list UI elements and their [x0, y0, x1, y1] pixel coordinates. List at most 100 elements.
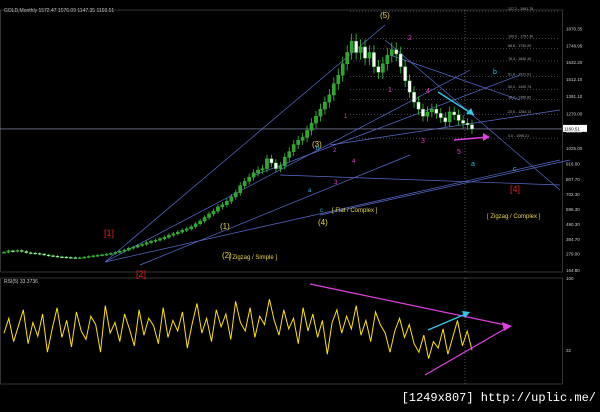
candle-body	[193, 223, 198, 227]
wave-label: 4	[426, 88, 430, 95]
price-tick-label: 807.70	[566, 177, 580, 182]
rsi-tick-label: 100	[566, 276, 574, 281]
fib-level-label: 100.0 - 1797.30	[508, 35, 533, 39]
candle-body	[434, 108, 439, 114]
candle-body	[20, 250, 24, 252]
wave-label: 3	[421, 138, 425, 145]
wave-label: c	[513, 166, 517, 173]
candle-body	[309, 123, 314, 131]
candle-body	[394, 49, 399, 55]
candle-body	[11, 250, 15, 252]
candle-body	[28, 252, 33, 254]
candle-body	[171, 233, 176, 236]
price-tick-label: 1025.00	[566, 146, 583, 151]
candle-body	[260, 168, 265, 171]
candle-body	[176, 231, 180, 234]
candle-body	[349, 40, 354, 53]
wave-label: 1	[388, 87, 392, 94]
candle-body	[354, 40, 358, 53]
candle-body	[318, 108, 323, 117]
last-price-label: 1160.51	[564, 126, 580, 131]
candle-body	[421, 108, 425, 117]
candle-body	[126, 248, 131, 251]
candle-body	[46, 254, 51, 257]
fib-level-label: 23.6 - 1264.13	[508, 110, 531, 114]
candle-body	[167, 234, 171, 238]
candle-body	[376, 66, 381, 73]
candle-body	[363, 46, 367, 59]
candle-body	[452, 111, 456, 115]
fib-level-label: 76.4 - 1640.10	[508, 57, 531, 61]
fib-level-label: 127.2 - 1991.75	[508, 7, 533, 11]
wave-label: [ Zigzag / Simple ]	[229, 255, 277, 261]
price-tick-label: 1512.10	[566, 77, 583, 82]
candle-body	[461, 120, 465, 124]
fib-level-label: 50.0 - 1440.74	[508, 85, 531, 89]
price-tick-label: 1270.00	[566, 111, 583, 116]
candle-body	[2, 251, 6, 254]
wave-label: [2]	[136, 269, 146, 279]
candle-body	[291, 144, 296, 152]
candle-body	[86, 256, 91, 258]
candle-body	[42, 253, 46, 256]
candle-body	[323, 101, 327, 110]
candle-body	[140, 244, 144, 246]
candle-body	[358, 46, 363, 53]
candle-body	[184, 228, 189, 231]
candle-body	[6, 250, 11, 253]
candle-body	[220, 204, 225, 208]
wave-label: [1]	[104, 228, 114, 238]
candle-body	[149, 241, 153, 243]
candle-body	[144, 242, 149, 245]
wave-label: [ Flat / Complex ]	[332, 208, 378, 214]
candle-body	[265, 158, 269, 169]
candle-body	[225, 200, 229, 205]
price-tick-label: 164.80	[566, 268, 580, 273]
wave-label: 2	[408, 35, 412, 42]
candle-body	[113, 252, 118, 254]
candle-body	[425, 111, 430, 117]
candle-body	[430, 108, 434, 113]
candle-body	[314, 116, 318, 124]
image-caption: [1249x807] http://uplic.me/	[401, 391, 596, 405]
candle-body	[189, 226, 194, 230]
wave-label: a	[471, 161, 475, 168]
symbol-header: GOLD,Monthly 1572.47 1576.09 1147.35 116…	[4, 8, 114, 14]
fib-level-label: 0.0 - 1095.21	[508, 134, 529, 138]
candle-body	[69, 257, 73, 259]
candle-body	[367, 52, 372, 59]
price-tick-label: 384.70	[566, 237, 580, 242]
candle-body	[385, 55, 390, 65]
candle-body	[109, 253, 113, 255]
candle-body	[60, 256, 64, 258]
candle-body	[283, 157, 287, 166]
price-tick-label: 490.30	[566, 222, 580, 227]
price-tick-label: 1870.35	[566, 26, 583, 31]
price-tick-label: 596.30	[566, 207, 580, 212]
price-tick-label: 1632.20	[566, 60, 583, 65]
candle-body	[135, 245, 140, 248]
candle-body	[447, 111, 452, 123]
chart-container: GOLD,Monthly 1572.47 1576.09 1147.35 116…	[0, 0, 600, 407]
candle-body	[82, 256, 87, 259]
wave-label: c	[320, 208, 323, 214]
candle-body	[207, 213, 211, 218]
wave-label: 5	[457, 149, 461, 156]
candle-body	[372, 52, 376, 67]
candle-body	[381, 63, 385, 73]
candle-body	[24, 251, 29, 253]
candle-body	[278, 165, 283, 169]
wave-label: (5)	[380, 11, 390, 20]
gold-elliott-wave-chart: GOLD,Monthly 1572.47 1576.09 1147.35 116…	[0, 0, 600, 407]
candle-body	[398, 53, 403, 67]
candle-body	[51, 255, 55, 257]
candle-body	[73, 257, 78, 259]
candle-body	[91, 255, 95, 258]
candle-body	[412, 91, 416, 103]
candle-body	[269, 158, 274, 164]
candle-body	[470, 124, 474, 130]
candle-body	[33, 252, 37, 255]
candle-body	[216, 206, 220, 212]
candle-body	[158, 238, 162, 241]
candle-body	[238, 185, 243, 193]
